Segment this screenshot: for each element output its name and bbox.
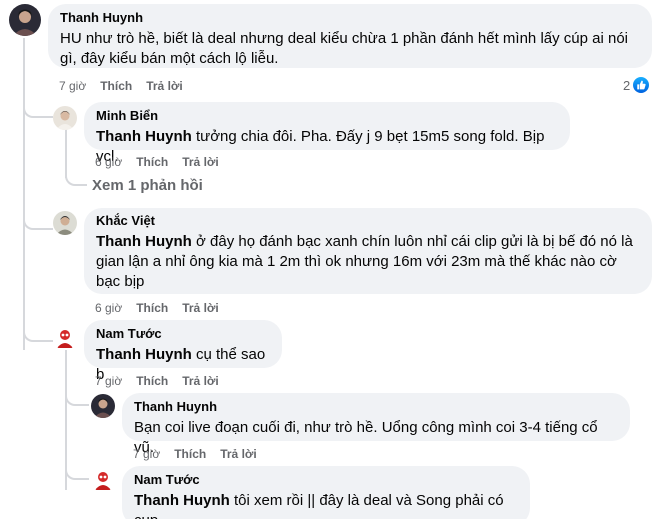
avatar[interactable] bbox=[53, 211, 77, 235]
reaction-count: 2 bbox=[623, 77, 631, 93]
reaction-summary[interactable]: 2 bbox=[623, 77, 650, 93]
like-button[interactable]: Thích bbox=[136, 300, 168, 316]
thread-line-main bbox=[23, 38, 25, 350]
thread-connector bbox=[23, 208, 53, 230]
reply-button[interactable]: Trả lời bbox=[146, 78, 183, 94]
comment-bubble: Minh Biển Thanh Huynh tưởng chia đôi. Ph… bbox=[84, 102, 570, 165]
reply-button[interactable]: Trả lời bbox=[182, 373, 219, 389]
mention-link[interactable]: Thanh Huynh bbox=[96, 346, 192, 363]
comment-actions: 7 giờ Thích Trả lời bbox=[95, 373, 219, 389]
comment-author[interactable]: Thanh Huynh bbox=[60, 10, 640, 26]
reply-button[interactable]: Trả lời bbox=[182, 300, 219, 316]
comment-time[interactable]: 7 giờ bbox=[95, 373, 122, 389]
avatar[interactable] bbox=[53, 106, 77, 130]
comment-bubble: Khắc Việt Thanh Huynh ở đây họ đánh bạc … bbox=[84, 208, 652, 294]
comment-actions: 7 giờ Thích Trả lời bbox=[59, 78, 183, 94]
comment-time[interactable]: 7 giờ bbox=[59, 78, 86, 94]
mention-link[interactable]: Thanh Huynh bbox=[134, 492, 230, 509]
comment-time[interactable]: 6 giờ bbox=[95, 300, 122, 316]
comment-time[interactable]: 7 giờ bbox=[133, 446, 160, 462]
comment-actions: 6 giờ Thích Trả lời bbox=[95, 154, 219, 170]
comment-time[interactable]: 6 giờ bbox=[95, 154, 122, 170]
thread-connector bbox=[23, 96, 53, 118]
comment-text: Thanh Huynh ở đây họ đánh bạc xanh chín … bbox=[96, 232, 640, 292]
avatar[interactable] bbox=[91, 468, 115, 492]
comment-author[interactable]: Minh Biển bbox=[96, 108, 558, 124]
thread-connector bbox=[65, 458, 89, 480]
like-button[interactable]: Thích bbox=[174, 446, 206, 462]
comment-bubble: Thanh Huynh HU như trò hề, biết là deal … bbox=[48, 4, 652, 68]
reply-button[interactable]: Trả lời bbox=[220, 446, 257, 462]
thread-connector bbox=[23, 320, 53, 342]
comment-text: Thanh Huynh tôi xem rồi || đây là deal v… bbox=[134, 491, 518, 519]
avatar[interactable] bbox=[53, 326, 77, 350]
comment-actions: 7 giờ Thích Trả lời bbox=[133, 446, 257, 462]
view-replies-link[interactable]: Xem 1 phản hồi bbox=[92, 177, 203, 194]
comment-bubble: Nam Tước Thanh Huynh cụ thể sao b bbox=[84, 320, 282, 383]
thread-connector bbox=[65, 165, 87, 186]
comment-bubble: Thanh Huynh Bạn coi live đoạn cuối đi, n… bbox=[122, 393, 630, 456]
avatar[interactable] bbox=[9, 4, 41, 36]
like-button[interactable]: Thích bbox=[136, 154, 168, 170]
comment-text: HU như trò hề, biết là deal nhưng deal k… bbox=[60, 30, 628, 67]
like-button[interactable]: Thích bbox=[100, 78, 132, 94]
comment-thread: Thanh Huynh HU như trò hề, biết là deal … bbox=[0, 0, 664, 519]
comment-author[interactable]: Nam Tước bbox=[134, 472, 518, 488]
like-icon bbox=[633, 77, 650, 93]
comment-author[interactable]: Khắc Việt bbox=[96, 213, 640, 229]
mention-link[interactable]: Thanh Huynh bbox=[96, 233, 192, 250]
comment-author[interactable]: Nam Tước bbox=[96, 326, 270, 342]
comment-actions: 6 giờ Thích Trả lời bbox=[95, 300, 219, 316]
comment-author[interactable]: Thanh Huynh bbox=[134, 399, 618, 415]
avatar[interactable] bbox=[91, 394, 115, 418]
reply-button[interactable]: Trả lời bbox=[182, 154, 219, 170]
comment-bubble: Nam Tước Thanh Huynh tôi xem rồi || đây … bbox=[122, 466, 530, 519]
like-button[interactable]: Thích bbox=[136, 373, 168, 389]
thread-connector bbox=[65, 384, 89, 406]
mention-link[interactable]: Thanh Huynh bbox=[96, 128, 192, 145]
